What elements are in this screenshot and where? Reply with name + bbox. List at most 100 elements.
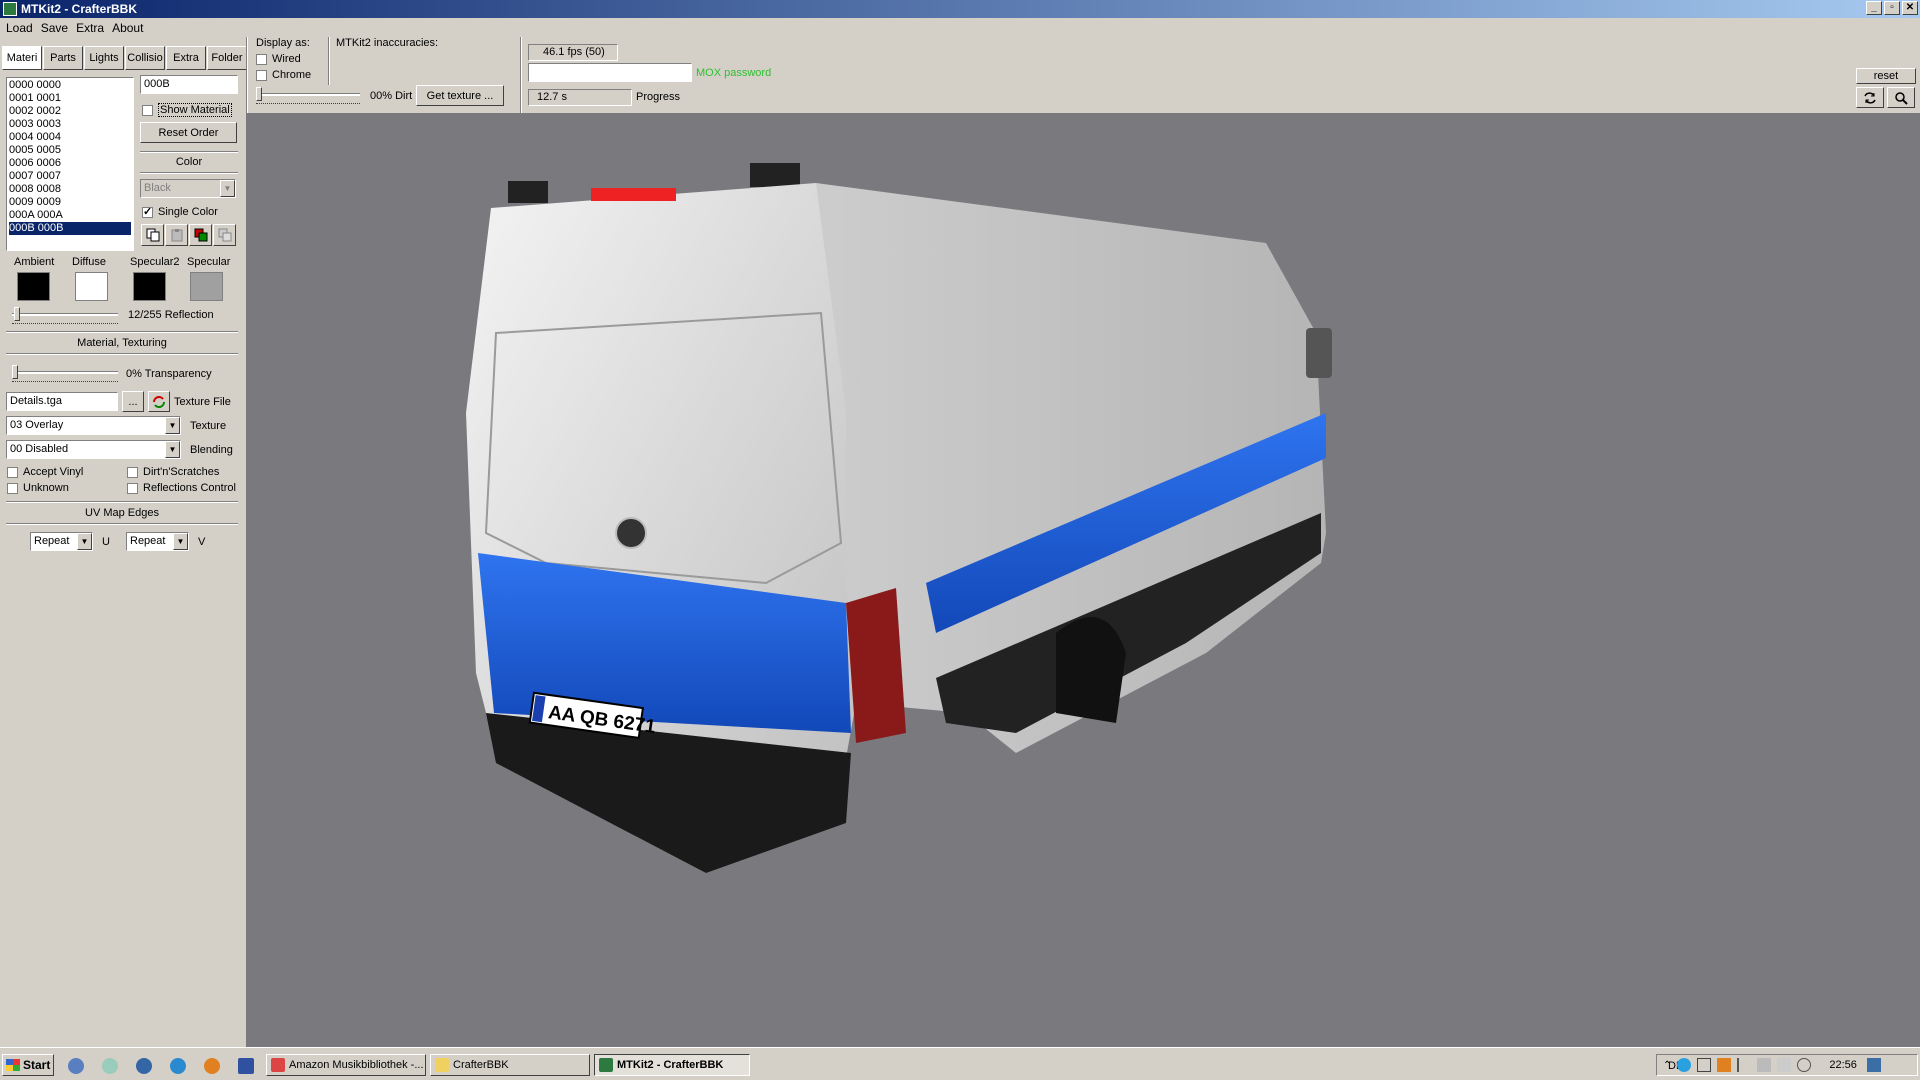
task-crafterbbk[interactable]: CrafterBBK — [430, 1054, 590, 1076]
checkbox-box[interactable] — [127, 482, 138, 494]
list-item[interactable]: 0007 0007 — [9, 170, 131, 183]
color-select[interactable]: Black ▼ — [140, 179, 236, 198]
material-name-input[interactable]: 000B — [140, 75, 238, 94]
show-material-checkbox[interactable]: Show Material — [142, 103, 232, 117]
3d-viewport[interactable]: AA QB 6271 — [246, 113, 1920, 1047]
refresh-icon[interactable] — [148, 391, 170, 412]
chevron-down-icon[interactable]: ▼ — [220, 180, 235, 197]
flag-icon[interactable] — [1737, 1058, 1751, 1072]
tab-extra[interactable]: Extra — [166, 46, 206, 70]
chevron-down-icon[interactable]: ▼ — [165, 417, 180, 434]
skype-icon[interactable] — [1677, 1058, 1692, 1072]
list-item[interactable]: 0006 0006 — [9, 157, 131, 170]
reflections-control-checkbox[interactable]: Reflections Control — [127, 482, 236, 494]
close-button[interactable]: ✕ — [1902, 1, 1918, 15]
list-item[interactable]: 0003 0003 — [9, 118, 131, 131]
tray-expand-icon[interactable]: ⌃ — [1663, 1060, 1671, 1071]
list-item[interactable]: 0009 0009 — [9, 196, 131, 209]
show-desktop-icon[interactable] — [1866, 1058, 1881, 1072]
checkbox-box-checked[interactable] — [142, 205, 153, 218]
list-item[interactable]: 0001 0001 — [9, 92, 131, 105]
tab-materials[interactable]: Materi — [2, 46, 42, 70]
blending-select[interactable]: 00 Disabled ▼ — [6, 440, 181, 459]
minimize-button[interactable]: _ — [1866, 1, 1882, 15]
paste-icon[interactable] — [165, 224, 188, 246]
checkbox-box[interactable] — [7, 482, 18, 494]
tab-parts[interactable]: Parts — [43, 46, 83, 70]
get-texture-button[interactable]: Get texture ... — [416, 85, 504, 106]
single-color-checkbox[interactable]: Single Color — [142, 205, 218, 218]
reflection-slider[interactable] — [12, 307, 118, 324]
quick-launch-icon[interactable] — [170, 1058, 186, 1074]
quick-launch-icon[interactable] — [136, 1058, 152, 1074]
uv-u-select[interactable]: Repeat ▼ — [30, 532, 93, 551]
specular-swatch[interactable] — [190, 272, 223, 301]
quick-launch-icon[interactable] — [102, 1058, 118, 1074]
list-item[interactable]: 0000 0000 — [9, 79, 131, 92]
rotate-icon[interactable] — [1856, 87, 1884, 108]
chrome-checkbox[interactable]: Chrome — [256, 69, 311, 81]
mox-password-input[interactable] — [528, 63, 692, 82]
monitor-icon[interactable] — [1777, 1058, 1792, 1072]
diffuse-swatch[interactable] — [75, 272, 108, 301]
checkbox-box[interactable] — [7, 466, 18, 478]
menu-extra[interactable]: Extra — [72, 21, 108, 35]
tab-collision[interactable]: Collisio — [125, 46, 165, 70]
list-item[interactable]: 0004 0004 — [9, 131, 131, 144]
maximize-button[interactable]: ▫ — [1884, 1, 1900, 15]
windows-logo-icon — [6, 1059, 20, 1071]
reset-button[interactable]: reset — [1856, 68, 1916, 84]
volume-icon[interactable] — [1797, 1058, 1812, 1072]
copy-icon[interactable] — [141, 224, 164, 246]
uv-v-select[interactable]: Repeat ▼ — [126, 532, 189, 551]
display-as-label: Display as: — [256, 37, 310, 49]
quick-launch-icon[interactable] — [204, 1058, 220, 1074]
slider-thumb[interactable] — [256, 87, 262, 101]
task-amazon[interactable]: Amazon Musikbibliothek -... — [266, 1054, 426, 1076]
menu-load[interactable]: Load — [2, 21, 37, 35]
chevron-down-icon[interactable]: ▼ — [77, 533, 92, 550]
transparency-slider[interactable] — [12, 365, 118, 382]
chevron-down-icon[interactable]: ▼ — [165, 441, 180, 458]
color-copy-icon[interactable] — [189, 224, 212, 246]
checkbox-box[interactable] — [127, 466, 138, 478]
menu-save[interactable]: Save — [37, 21, 72, 35]
zoom-icon[interactable] — [1887, 87, 1915, 108]
tab-folder[interactable]: Folder — [207, 46, 247, 70]
list-item-selected[interactable]: 000B 000B — [9, 222, 131, 235]
tray-app-icon[interactable] — [1717, 1058, 1732, 1072]
slider-thumb[interactable] — [12, 365, 18, 379]
reset-order-button[interactable]: Reset Order — [140, 122, 237, 143]
network-icon[interactable] — [1757, 1058, 1772, 1072]
texture-file-input[interactable]: Details.tga — [6, 392, 118, 411]
checkbox-box[interactable] — [256, 69, 267, 81]
specular2-swatch[interactable] — [133, 272, 166, 301]
unknown-checkbox[interactable]: Unknown — [7, 482, 69, 494]
menu-about[interactable]: About — [108, 21, 147, 35]
texture-select[interactable]: 03 Overlay ▼ — [6, 416, 181, 435]
dirt-scratches-checkbox[interactable]: Dirt'n'Scratches — [127, 466, 219, 478]
ambient-swatch[interactable] — [17, 272, 50, 301]
unknown-label: Unknown — [23, 482, 69, 494]
task-mtkit2[interactable]: MTKit2 - CrafterBBK — [594, 1054, 750, 1076]
slider-thumb[interactable] — [14, 307, 20, 321]
mail-icon[interactable] — [1697, 1058, 1712, 1072]
start-button[interactable]: Start — [2, 1054, 54, 1076]
browse-button[interactable]: ... — [122, 391, 144, 412]
dirt-slider[interactable] — [256, 87, 360, 104]
quick-launch-icon[interactable] — [68, 1058, 84, 1074]
chevron-down-icon[interactable]: ▼ — [173, 533, 188, 550]
quick-launch-icon[interactable] — [238, 1058, 254, 1074]
list-item[interactable]: 0008 0008 — [9, 183, 131, 196]
system-tray: ⌃ 22:56 — [1656, 1054, 1918, 1076]
tab-lights[interactable]: Lights — [84, 46, 124, 70]
wired-checkbox[interactable]: Wired — [256, 53, 301, 65]
list-item[interactable]: 000A 000A — [9, 209, 131, 222]
list-item[interactable]: 0002 0002 — [9, 105, 131, 118]
color-paste-icon[interactable] — [213, 224, 236, 246]
accept-vinyl-checkbox[interactable]: Accept Vinyl — [7, 466, 83, 478]
checkbox-box[interactable] — [256, 53, 267, 65]
list-item[interactable]: 0005 0005 — [9, 144, 131, 157]
checkbox-box[interactable] — [142, 104, 153, 116]
material-list[interactable]: 0000 0000 0001 0001 0002 0002 0003 0003 … — [6, 77, 134, 251]
